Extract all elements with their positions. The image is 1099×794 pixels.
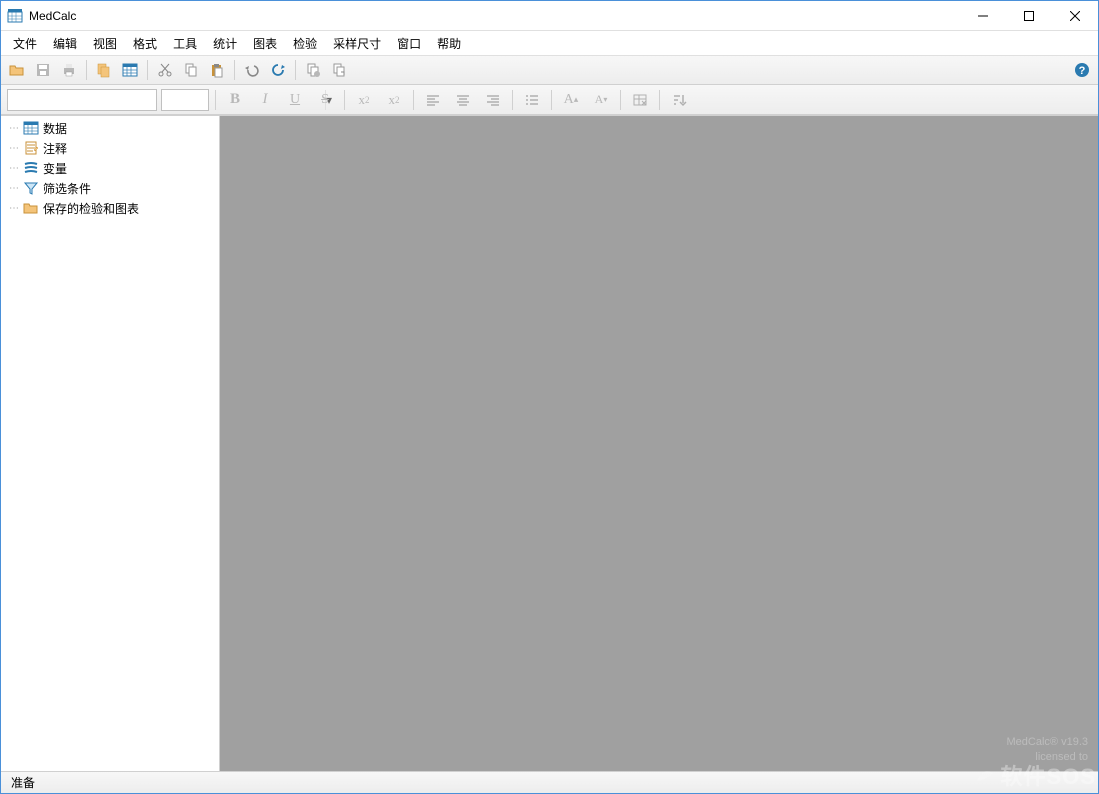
redo-button[interactable] [266,58,290,82]
status-bar: 准备 软件SOS [1,771,1098,793]
table-format-button[interactable] [627,88,653,112]
variables-icon [23,160,39,176]
tree-connector: ⋯ [9,143,19,154]
maximize-button[interactable] [1006,1,1052,30]
tree-connector: ⋯ [9,203,19,214]
main-body: ⋯ 数据 ⋯ 注释 ⋯ 变量 ⋯ 筛选条件 ⋯ 保存的检验和图表 MedCalc… [1,115,1098,771]
bullet-list-button[interactable] [519,88,545,112]
subscript-button[interactable]: x2 [351,88,377,112]
menu-samplesize[interactable]: 采样尺寸 [325,32,389,55]
window-title: MedCalc [29,9,960,23]
notes-icon [23,140,39,156]
main-toolbar: ? [1,55,1098,85]
filter-icon [23,180,39,196]
minimize-button[interactable] [960,1,1006,30]
menu-window[interactable]: 窗口 [389,32,429,55]
tree-label: 保存的检验和图表 [43,200,139,217]
tree-connector: ⋯ [9,123,19,134]
update-button[interactable] [327,58,351,82]
undo-button[interactable] [240,58,264,82]
menu-help[interactable]: 帮助 [429,32,469,55]
spreadsheet-icon [23,120,39,136]
strikethrough-button[interactable]: S [312,88,338,112]
align-left-button[interactable] [420,88,446,112]
font-family-combo[interactable]: ▾ [7,89,157,111]
menu-edit[interactable]: 编辑 [45,32,85,55]
save-button[interactable] [31,58,55,82]
tree-label: 数据 [43,120,67,137]
help-button[interactable]: ? [1070,58,1094,82]
superscript-button[interactable]: x2 [381,88,407,112]
window-controls [960,1,1098,30]
status-text: 准备 [11,774,35,791]
tree-label: 变量 [43,160,67,177]
svg-text:?: ? [1079,65,1086,77]
bold-button[interactable]: B [222,88,248,112]
menu-view[interactable]: 视图 [85,32,125,55]
tree-label: 筛选条件 [43,180,91,197]
align-right-button[interactable] [480,88,506,112]
menu-bar: 文件 编辑 视图 格式 工具 统计 图表 检验 采样尺寸 窗口 帮助 [1,31,1098,55]
cut-button[interactable] [153,58,177,82]
spreadsheet-button[interactable] [118,58,142,82]
tree-node-saved[interactable]: ⋯ 保存的检验和图表 [1,198,219,218]
close-button[interactable] [1052,1,1098,30]
menu-tests[interactable]: 检验 [285,32,325,55]
tree-node-notes[interactable]: ⋯ 注释 [1,138,219,158]
title-bar: MedCalc [1,1,1098,31]
tree-connector: ⋯ [9,183,19,194]
format-toolbar: ▾ ▾ B I U S x2 x2 A▴ A▾ [1,85,1098,115]
menu-file[interactable]: 文件 [5,32,45,55]
watermark: MedCalc® v19.3 licensed to [1007,735,1088,765]
menu-tools[interactable]: 工具 [165,32,205,55]
watermark-version: MedCalc® v19.3 [1007,735,1088,750]
tree-connector: ⋯ [9,163,19,174]
watermark-license: licensed to [1007,750,1088,765]
print-button[interactable] [57,58,81,82]
tree-node-filters[interactable]: ⋯ 筛选条件 [1,178,219,198]
paste-button[interactable] [205,58,229,82]
app-icon [7,8,23,24]
decrease-font-button[interactable]: A▾ [588,88,614,112]
content-area: MedCalc® v19.3 licensed to [220,116,1098,771]
open-button[interactable] [5,58,29,82]
recalc-button[interactable] [301,58,325,82]
tree-label: 注释 [43,140,67,157]
align-center-button[interactable] [450,88,476,112]
sidebar-tree: ⋯ 数据 ⋯ 注释 ⋯ 变量 ⋯ 筛选条件 ⋯ 保存的检验和图表 [1,116,220,771]
underline-button[interactable]: U [282,88,308,112]
tree-node-data[interactable]: ⋯ 数据 [1,118,219,138]
tree-node-variables[interactable]: ⋯ 变量 [1,158,219,178]
menu-statistics[interactable]: 统计 [205,32,245,55]
menu-graphs[interactable]: 图表 [245,32,285,55]
menu-format[interactable]: 格式 [125,32,165,55]
font-size-combo[interactable]: ▾ [161,89,209,111]
splitter-handle[interactable] [220,116,224,771]
font-family-input[interactable] [8,93,171,107]
sort-button[interactable] [666,88,692,112]
italic-button[interactable]: I [252,88,278,112]
copy-multi-button[interactable] [92,58,116,82]
increase-font-button[interactable]: A▴ [558,88,584,112]
copy-button[interactable] [179,58,203,82]
folder-icon [23,200,39,216]
